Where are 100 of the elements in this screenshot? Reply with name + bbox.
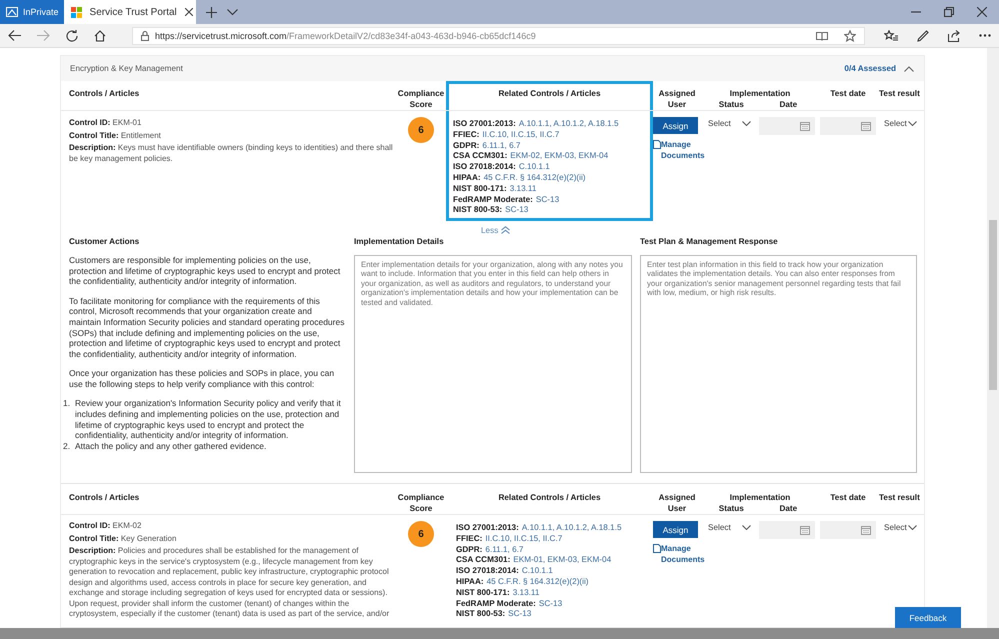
reference-link[interactable]: SC-13 [536,194,560,204]
document-icon [653,544,661,553]
manage-documents-link[interactable]: Manage Documents [661,543,703,565]
share-icon[interactable] [948,30,960,42]
reference-link[interactable]: SC-13 [538,598,562,608]
calendar-icon [861,121,871,131]
paragraph: Once your organization has these policies and SOPs in place, you can use the following steps to help verify compliance with this control: [69,368,336,390]
restore-icon[interactable] [944,7,954,17]
framework-label: NIST 800-53: [456,609,506,618]
column-header: Test result [878,492,921,504]
reference-link[interactable]: A.10.1.1, A.10.1.2, A.18.1.5 [518,119,619,128]
reference-link[interactable]: SC-13 [505,205,528,214]
favorites-list-icon[interactable] [884,30,898,42]
section-heading: Test Plan & Management Response [640,237,779,248]
column-header: Related Controls / Articles [446,81,653,110]
column-header: Assigned User [658,88,696,110]
double-chevron-up-icon [501,226,510,234]
framework-label: FedRAMP Moderate: [456,598,536,608]
assign-button[interactable]: Assign [653,117,698,134]
chevron-down-icon[interactable] [226,8,238,16]
reference-link[interactable]: II.C.10, II.C.15, II.C.7 [485,534,562,543]
framework-label: NIST 800-53: [453,205,502,214]
reference-link[interactable]: 3.13.11 [512,588,540,597]
close-icon[interactable] [184,8,193,16]
reference-link[interactable]: EKM-01, EKM-03, EKM-04 [513,555,612,564]
document-icon [653,140,661,149]
framework-label: ISO 27001:2013: [453,119,516,128]
chevron-up-icon[interactable] [904,66,914,72]
framework-label: GDPR: [456,544,482,554]
plus-icon[interactable] [206,6,217,18]
reference-link[interactable]: 3.13.11 [510,184,536,193]
framework-label: ISO 27018:2014: [453,162,516,172]
close-icon[interactable] [977,7,987,17]
test-result-dropdown[interactable]: Select [877,523,926,532]
manage-documents-link[interactable]: Manage Documents [661,139,703,161]
score-badge: 6 [408,521,434,547]
scrollbar[interactable] [987,48,999,628]
status-dropdown[interactable]: Select [701,521,753,532]
step-text: Attach the policy and any other gathered evidence. [75,441,266,452]
chevron-down-icon [742,121,751,126]
date-field[interactable] [759,521,815,539]
reference-link[interactable]: EKM-02, EKM-03, EKM-04 [510,151,608,160]
score-badge: 6 [408,117,434,143]
assessed-count: 0/4 Assessed [844,64,896,73]
reference-link[interactable]: A.10.1.1, A.10.1.2, A.18.1.5 [522,523,622,532]
inprivate-icon [6,7,18,17]
status-dropdown[interactable]: Select [701,117,753,128]
more-icon[interactable] [979,34,991,37]
test-result-dropdown[interactable]: Select [877,119,926,128]
column-header: Compliance Score [396,492,446,514]
reference-link[interactable]: 6.11.1, 6.7 [482,140,520,150]
chevron-down-icon [908,525,917,530]
framework-label: FFIEC: [453,130,480,139]
column-subheader: Date [779,99,798,110]
chevron-down-icon [908,121,917,126]
date-field[interactable] [759,117,815,135]
section-heading: Customer Actions [69,237,140,248]
inprivate-badge: InPrivate [0,0,64,24]
reference-link[interactable]: 6.11.1, 6.7 [485,544,524,554]
date-field[interactable] [820,521,876,539]
pen-icon[interactable] [917,30,929,42]
scrollbar-thumb[interactable] [989,220,997,390]
column-header: Test result [878,88,921,100]
reference-link[interactable]: II.C.10, II.C.15, II.C.7 [482,130,560,139]
framework-label: NIST 800-171: [453,184,507,193]
address-bar[interactable]: https://servicetrust.microsoft.com/FrameworkDetailV2/cd83e34f-a043-463d-b946-cb65dcf146c9 [132,26,865,44]
framework-label: ISO 27018:2014: [456,566,519,576]
reference-link[interactable]: 45 C.F.R. § 164.312(e)(2)(ii) [486,576,589,586]
book-icon[interactable] [816,30,828,40]
reference-link[interactable]: C.10.1.1 [522,566,553,576]
reference-link[interactable]: SC-13 [508,609,532,618]
feedback-button[interactable]: Feedback [895,607,961,628]
column-header: Compliance Score [396,88,446,110]
star-icon[interactable] [844,30,856,42]
browser-tab[interactable]: Service Trust Portal [64,0,196,24]
framework-label: CSA CCM301: [453,151,508,160]
framework-label: ISO 27001:2013: [456,523,519,532]
back-arrow-icon[interactable] [8,30,21,41]
column-header: Test date [829,492,867,504]
assign-button[interactable]: Assign [653,521,698,538]
column-header: Assigned User [658,492,696,514]
section-header[interactable]: Encryption & Key Management 0/4 Assessed [61,56,924,81]
column-header: Implementation [730,492,790,503]
control-title: Control Title: Key Generation [69,534,178,544]
control-title: Control Title: Entitlement [69,130,162,141]
less-link[interactable]: Less [481,223,510,237]
framework-label: GDPR: [453,140,480,150]
home-icon[interactable] [94,30,106,42]
framework-label: FFIEC: [456,534,482,543]
control-id: Control ID: EKM-01 [69,118,142,128]
calendar-icon [800,121,810,131]
tab-title: Service Trust Portal [90,6,177,18]
reference-link[interactable]: 45 C.F.R. § 164.312(e)(2)(ii) [484,172,586,182]
section-title: Encryption & Key Management [70,64,183,73]
step-text: Review your organization's Information Security policy and verify that it includes defining and implementing policies on the use, protection and lifetime of cryptographic keys used to encrypt and protect the confidentiality, authenticity and/or integrity of information. [75,398,342,442]
date-field[interactable] [820,117,876,135]
paragraph: Customers are responsible for implementing policies on the use, protection and lifetime of cryptographic keys used to encrypt and protect the confidentiality, authenticity and/or integrity of information. [69,255,342,288]
reference-link[interactable]: C.10.1.1 [518,162,550,172]
refresh-icon[interactable] [66,30,78,42]
control-id: Control ID: EKM-02 [69,521,142,532]
